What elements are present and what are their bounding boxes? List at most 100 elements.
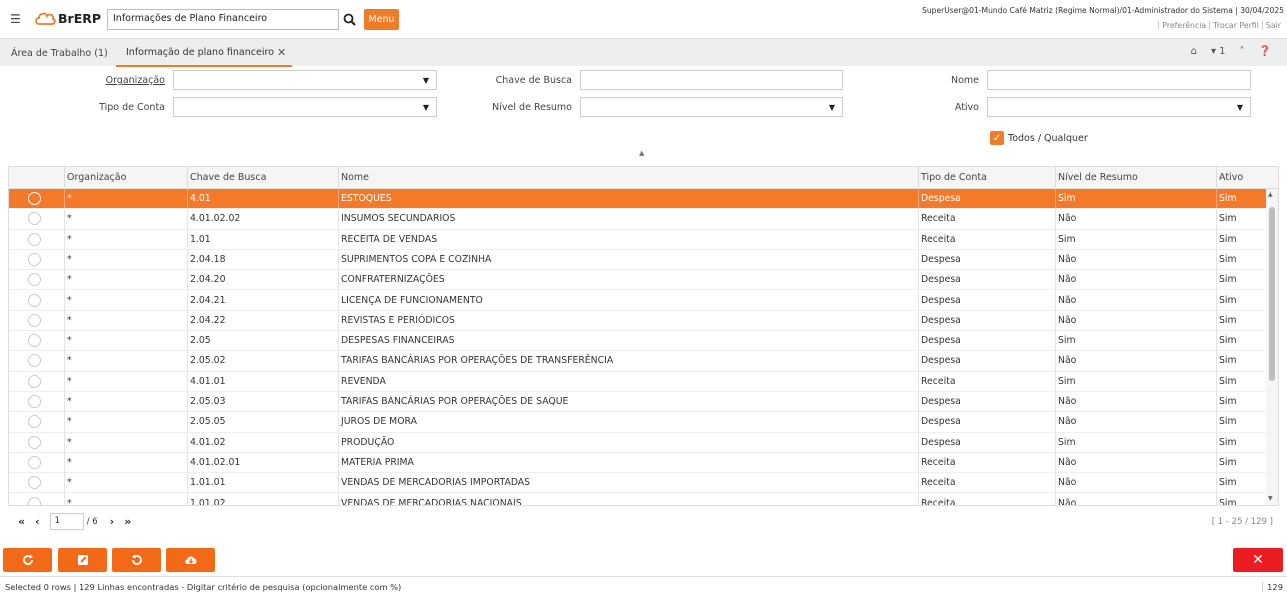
last-page-icon[interactable]: » xyxy=(124,515,131,528)
row-ativo: Sim xyxy=(1216,290,1267,311)
chevron-down-icon[interactable]: ▼ xyxy=(416,97,436,117)
nivel-resumo-label: Nível de Resumo xyxy=(492,102,572,113)
table-row[interactable]: * 2.05.05 JUROS DE MORA Despesa Não Sim xyxy=(9,412,1267,433)
table-row[interactable]: * 4.01.02.02 INSUMOS SECUNDARIOS Receita Não… xyxy=(9,209,1267,230)
row-select-radio[interactable] xyxy=(28,273,41,287)
row-select-radio[interactable] xyxy=(28,313,41,327)
table-row[interactable]: * 2.05.02 TARIFAS BANCÁRIAS POR OPERAÇÕES … xyxy=(9,351,1267,372)
col-nivel-resumo[interactable]: Nível de Resumo xyxy=(1055,167,1216,189)
row-chave-busca: 2.05.05 xyxy=(187,412,338,433)
table-row[interactable]: * 2.05.03 TARIFAS BANCÁRIAS POR OPERAÇÕES … xyxy=(9,392,1267,413)
table-row[interactable]: * 4.01.02.01 MATERIA PRIMA Receita Não Sim xyxy=(9,452,1267,474)
col-nome[interactable]: Nome xyxy=(338,167,918,189)
row-select-radio[interactable] xyxy=(28,354,41,368)
hamburger-menu-icon[interactable]: ☰ xyxy=(10,12,21,26)
cloud-download-icon xyxy=(184,556,197,564)
next-page-icon[interactable]: › xyxy=(110,515,115,528)
col-ativo[interactable]: Ativo xyxy=(1216,167,1267,189)
previous-page-icon[interactable]: ‹ xyxy=(35,515,40,528)
home-icon[interactable]: ⌂ xyxy=(1191,46,1197,57)
tab-financial-plan-info[interactable]: Informação de plano financeiro ✕ xyxy=(116,39,293,67)
row-select-radio[interactable] xyxy=(28,476,41,490)
window-list-dropdown[interactable]: ▾ 1 xyxy=(1211,46,1226,57)
table-row[interactable]: * 4.01.01 REVENDA Receita Sim Sim xyxy=(9,371,1267,392)
scrollbar-thumb[interactable] xyxy=(1269,207,1275,381)
table-row[interactable]: * 4.01.02 PRODUÇÃO Despesa Sim Sim xyxy=(9,432,1267,453)
table-row[interactable]: * 1.01.02 VENDAS DE MERCADORIAS NACIONAIS R… xyxy=(9,493,1267,505)
change-role-link[interactable]: Trocar Perfil xyxy=(1209,21,1262,30)
collapse-up-icon[interactable]: ˄ xyxy=(1240,46,1245,57)
row-chave-busca: 2.05 xyxy=(187,331,338,352)
vertical-scrollbar[interactable]: ▲ ▼ xyxy=(1266,189,1278,505)
chave-busca-label: Chave de Busca xyxy=(495,75,572,86)
export-button[interactable] xyxy=(166,548,215,572)
row-tipo-conta: Receita xyxy=(918,473,1055,494)
row-nome: INSUMOS SECUNDARIOS xyxy=(338,209,918,230)
col-tipo-conta[interactable]: Tipo de Conta xyxy=(918,167,1055,189)
refresh-button[interactable] xyxy=(3,548,52,572)
logout-link[interactable]: Sair xyxy=(1261,21,1284,30)
table-row[interactable]: * 2.04.20 CONFRATERNIZAÇÕES Despesa Não Sim xyxy=(9,270,1267,291)
chevron-down-icon[interactable]: ▼ xyxy=(822,97,842,117)
row-select-radio[interactable] xyxy=(28,415,41,429)
menu-button[interactable]: Menu xyxy=(364,9,399,30)
scroll-down-icon[interactable]: ▼ xyxy=(1268,495,1273,502)
chevron-down-icon[interactable]: ▼ xyxy=(1230,97,1250,117)
row-select-radio[interactable] xyxy=(28,374,41,388)
row-select-radio[interactable] xyxy=(28,435,41,449)
reset-button[interactable] xyxy=(112,548,161,572)
row-select-radio[interactable] xyxy=(28,252,41,266)
table-row[interactable]: * 1.01 RECEITA DE VENDAS Receita Sim Sim xyxy=(9,229,1267,250)
row-organizacao: * xyxy=(64,412,187,433)
table-row[interactable]: * 2.04.22 REVISTAS E PERIÓDICOS Despesa Não S… xyxy=(9,310,1267,332)
chevron-down-icon[interactable]: ▼ xyxy=(416,70,436,90)
nivel-resumo-select[interactable] xyxy=(580,97,843,117)
todos-qualquer-checkbox[interactable]: ✓ Todos / Qualquer xyxy=(990,131,1088,145)
organizacao-label[interactable]: Organização xyxy=(60,75,165,86)
row-select-radio[interactable] xyxy=(28,496,41,505)
table-row[interactable]: * 4.01 ESTOQUES Despesa Sim Sim xyxy=(9,189,1267,210)
col-organizacao[interactable]: Organização xyxy=(64,167,187,189)
todos-qualquer-label: Todos / Qualquer xyxy=(1008,132,1088,144)
table-row[interactable]: * 2.05 DESPESAS FINANCEIRAS Despesa Sim Sim xyxy=(9,331,1267,352)
row-select-radio[interactable] xyxy=(28,334,41,348)
scroll-up-icon[interactable]: ▲ xyxy=(1268,191,1273,198)
row-select-radio[interactable] xyxy=(28,293,41,307)
row-organizacao: * xyxy=(64,392,187,412)
table-row[interactable]: * 2.04.18 SUPRIMENTOS COPA E COZINHA Despes… xyxy=(9,249,1267,271)
menu-search-input[interactable]: Informações de Plano Financeiro xyxy=(107,9,339,30)
app-logo[interactable]: BrERP xyxy=(34,9,101,27)
close-icon: ✕ xyxy=(1252,552,1264,568)
row-chave-busca: 2.04.18 xyxy=(187,249,338,270)
col-chave-busca[interactable]: Chave de Busca xyxy=(187,167,338,189)
edit-icon xyxy=(77,555,88,565)
table-row[interactable]: * 1.01.01 VENDAS DE MERCADORIAS IMPORTADAS… xyxy=(9,473,1267,494)
row-nivel-resumo: Sim xyxy=(1055,331,1216,352)
collapse-filters-icon[interactable]: ▲ xyxy=(639,149,644,157)
edit-button[interactable] xyxy=(58,548,107,572)
row-ativo: Sim xyxy=(1216,493,1267,505)
page-number-input[interactable]: 1 xyxy=(49,513,84,530)
row-nivel-resumo: Não xyxy=(1055,412,1216,433)
tipo-conta-select[interactable] xyxy=(173,97,437,117)
row-select-radio[interactable] xyxy=(28,212,41,226)
table-row[interactable]: * 2.04.21 LICENÇA DE FUNCIONAMENTO Despesa N… xyxy=(9,290,1267,311)
chave-busca-input[interactable] xyxy=(580,70,843,90)
user-session-info[interactable]: SuperUser@01-Mundo Café Matriz (Regime N… xyxy=(922,6,1284,15)
nome-input[interactable] xyxy=(987,70,1251,90)
search-icon[interactable] xyxy=(340,9,359,30)
row-select-radio[interactable] xyxy=(28,455,41,469)
help-icon[interactable]: ❓ xyxy=(1259,46,1271,57)
row-nome: CONFRATERNIZAÇÕES xyxy=(338,270,918,291)
row-select-radio[interactable] xyxy=(28,395,41,408)
preferences-link[interactable]: Preferência xyxy=(1158,21,1210,30)
close-tab-icon[interactable]: ✕ xyxy=(277,46,286,59)
first-page-icon[interactable]: « xyxy=(18,515,25,528)
close-button[interactable]: ✕ xyxy=(1233,548,1283,572)
organizacao-input[interactable] xyxy=(173,70,437,90)
tab-workspace[interactable]: Área de Trabalho (1) xyxy=(11,39,108,67)
row-select-radio[interactable] xyxy=(28,192,41,205)
row-chave-busca: 1.01.02 xyxy=(187,493,338,505)
row-select-radio[interactable] xyxy=(28,232,41,246)
ativo-select[interactable] xyxy=(987,97,1251,117)
